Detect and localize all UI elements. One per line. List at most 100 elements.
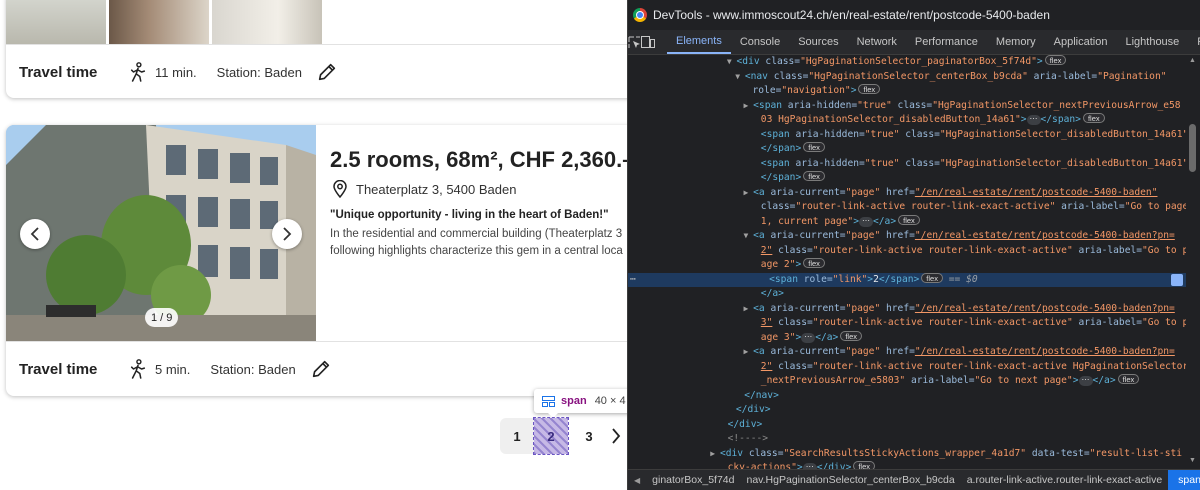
expand-arrow-icon[interactable]: ▶ <box>710 449 720 458</box>
scroll-down-icon[interactable]: ▼ <box>1189 457 1196 464</box>
collapsed-children-icon[interactable]: ⋯ <box>1026 115 1041 125</box>
dom-node-line[interactable]: ▶ <span aria-hidden="true" class="HgPagi… <box>628 99 1188 114</box>
expand-arrow-icon[interactable]: ▶ <box>744 101 754 110</box>
tab-memory[interactable]: Memory <box>987 30 1045 54</box>
tab-elements[interactable]: Elements <box>667 30 731 54</box>
dom-node-line[interactable]: ▼ <nav class="HgPaginationSelector_cente… <box>628 70 1188 85</box>
listing-card-previous[interactable]: Travel time 11 min. Station: Baden <box>6 0 646 98</box>
more-actions-icon[interactable]: ⋯ <box>630 273 636 288</box>
tab-lighthouse[interactable]: Lighthouse <box>1116 30 1188 54</box>
collapsed-children-icon[interactable]: ⋯ <box>1078 376 1093 386</box>
breadcrumb-item[interactable]: nav.HgPaginationSelector_centerBox_b9cda <box>740 474 960 486</box>
code-token: <a <box>753 302 765 314</box>
collapse-arrow-icon[interactable]: ▼ <box>727 57 737 66</box>
dom-node-line[interactable]: age 3"> ⋯ </a> flex <box>628 330 1188 346</box>
breadcrumb-item[interactable]: ginatorBox_5f74d <box>646 474 740 486</box>
flex-badge[interactable]: flex <box>803 142 825 152</box>
code-token: role= <box>797 273 833 285</box>
listing-card[interactable]: 1 / 9 2.5 rooms, 68m², CHF 2,360.– Theat… <box>6 125 646 396</box>
edit-pen-icon[interactable] <box>316 61 338 83</box>
breadcrumb-item[interactable]: span <box>1168 470 1200 490</box>
listing-photo[interactable] <box>212 0 322 44</box>
inspect-element-icon[interactable] <box>628 30 641 54</box>
flex-badge[interactable]: flex <box>1082 113 1105 123</box>
flex-badge[interactable]: flex <box>858 84 881 94</box>
flex-badge[interactable]: flex <box>853 461 876 469</box>
listing-thumbnails <box>6 0 326 44</box>
edit-pen-icon[interactable] <box>310 358 332 380</box>
collapse-arrow-icon[interactable]: ▼ <box>735 72 745 81</box>
listing-photo[interactable] <box>6 0 106 44</box>
dom-node-line[interactable]: </div> <box>628 403 1188 418</box>
page-2-link[interactable]: 2 <box>533 417 569 455</box>
tab-application[interactable]: Application <box>1045 30 1117 54</box>
next-page-button[interactable] <box>606 418 626 454</box>
listing-title[interactable]: 2.5 rooms, 68m², CHF 2,360.– <box>330 147 634 173</box>
tab-console[interactable]: Console <box>731 30 789 54</box>
dom-node-line[interactable]: cky-actions"> ⋯ </div> flex <box>628 461 1188 469</box>
dom-node-line[interactable]: <span aria-hidden="true" class="HgPagina… <box>628 128 1188 143</box>
flex-badge[interactable]: flex <box>1117 374 1140 384</box>
collapse-arrow-icon[interactable]: ▼ <box>744 231 754 240</box>
listing-photo[interactable] <box>109 0 209 44</box>
dom-node-line[interactable]: 1, current page"> ⋯ </a> flex <box>628 214 1188 230</box>
dom-node-line[interactable]: ▶ <a aria-current="page" href="/en/real-… <box>628 345 1188 360</box>
dom-node-line[interactable]: </div> <box>628 418 1188 433</box>
ai-assist-icon[interactable] <box>1171 273 1183 286</box>
chrome-icon <box>633 8 647 22</box>
device-toolbar-icon[interactable] <box>641 30 655 54</box>
dom-node-line[interactable]: </span> flex <box>628 171 1188 186</box>
page-1-link[interactable]: 1 <box>500 418 534 454</box>
collapsed-children-icon[interactable]: ⋯ <box>859 216 873 227</box>
dom-node-line[interactable]: </a> <box>628 287 1188 302</box>
flex-badge[interactable]: flex <box>921 272 943 283</box>
dom-node-line[interactable]: class="router-link-active router-link-ex… <box>628 200 1188 215</box>
dom-node-line[interactable]: ⋯ <span role="link">2</span> flex == $0 <box>628 272 1188 288</box>
dom-node-line[interactable]: _nextPreviousArrow_e5803" aria-label="Go… <box>628 374 1188 389</box>
code-token: > <box>850 85 857 96</box>
chevron-right-icon <box>283 227 292 241</box>
tab-sources[interactable]: Sources <box>789 30 847 54</box>
expand-arrow-icon[interactable]: ▶ <box>744 347 754 356</box>
code-token: class= <box>891 99 933 111</box>
breadcrumb-item[interactable]: a.router-link-active.router-link-exact-a… <box>961 474 1168 486</box>
dom-node-line[interactable]: <span aria-hidden="true" class="HgPagina… <box>628 157 1188 172</box>
elements-scrollbar[interactable]: ▲ ▼ <box>1186 55 1200 469</box>
flex-badge[interactable]: flex <box>803 258 825 268</box>
code-token: class= <box>759 56 801 67</box>
dom-node-line[interactable]: age 2"> flex <box>628 258 1188 273</box>
dom-node-line[interactable]: role="navigation"> flex <box>628 84 1188 99</box>
expand-arrow-icon[interactable]: ▶ <box>744 188 754 197</box>
flex-badge[interactable]: flex <box>840 330 863 341</box>
dom-node-line[interactable]: ▶ <div class="SearchResultsStickyActions… <box>628 447 1188 462</box>
photo-next-button[interactable] <box>272 219 302 249</box>
dom-node-line[interactable]: <!----> <box>628 432 1188 447</box>
dom-node-line[interactable]: ▶ <a aria-current="page" href="/en/real-… <box>628 302 1188 317</box>
tab-network[interactable]: Network <box>848 30 906 54</box>
dom-node-line[interactable]: ▶ <a aria-current="page" href="/en/real-… <box>628 186 1188 201</box>
dom-node-line[interactable]: </nav> <box>628 389 1188 404</box>
collapsed-children-icon[interactable]: ⋯ <box>801 332 816 343</box>
dom-node-line[interactable]: </span> flex <box>628 142 1188 157</box>
dom-node-line[interactable]: ▼ <a aria-current="page" href="/en/real-… <box>628 229 1188 244</box>
flex-badge[interactable]: flex <box>898 214 920 225</box>
code-token: <span <box>769 273 798 285</box>
flex-badge[interactable]: flex <box>803 171 825 181</box>
tab-re[interactable]: Re <box>1188 30 1200 54</box>
dom-node-line[interactable]: 2" class="router-link-active router-link… <box>628 360 1188 375</box>
code-token: aria-label= <box>1055 201 1125 212</box>
page-3-link[interactable]: 3 <box>572 418 606 454</box>
breadcrumb-left-icon[interactable]: ◀ <box>628 476 646 485</box>
expand-arrow-icon[interactable]: ▶ <box>744 304 754 313</box>
dom-node-line[interactable]: 3" class="router-link-active router-link… <box>628 316 1188 331</box>
photo-prev-button[interactable] <box>20 219 50 249</box>
dom-node-line[interactable]: 03 HgPaginationSelector_disabledButton_1… <box>628 113 1188 128</box>
flex-badge[interactable]: flex <box>1044 55 1067 65</box>
dom-node-line[interactable]: 2" class="router-link-active router-link… <box>628 244 1188 259</box>
listing-photo[interactable]: 1 / 9 <box>6 125 316 341</box>
scroll-up-icon[interactable]: ▲ <box>1189 57 1196 64</box>
scrollbar-thumb[interactable] <box>1189 124 1196 172</box>
code-token: </div> <box>735 404 771 415</box>
tab-performance[interactable]: Performance <box>906 30 987 54</box>
dom-node-line[interactable]: ▼ <div class="HgPaginationSelector_pagin… <box>628 55 1188 70</box>
